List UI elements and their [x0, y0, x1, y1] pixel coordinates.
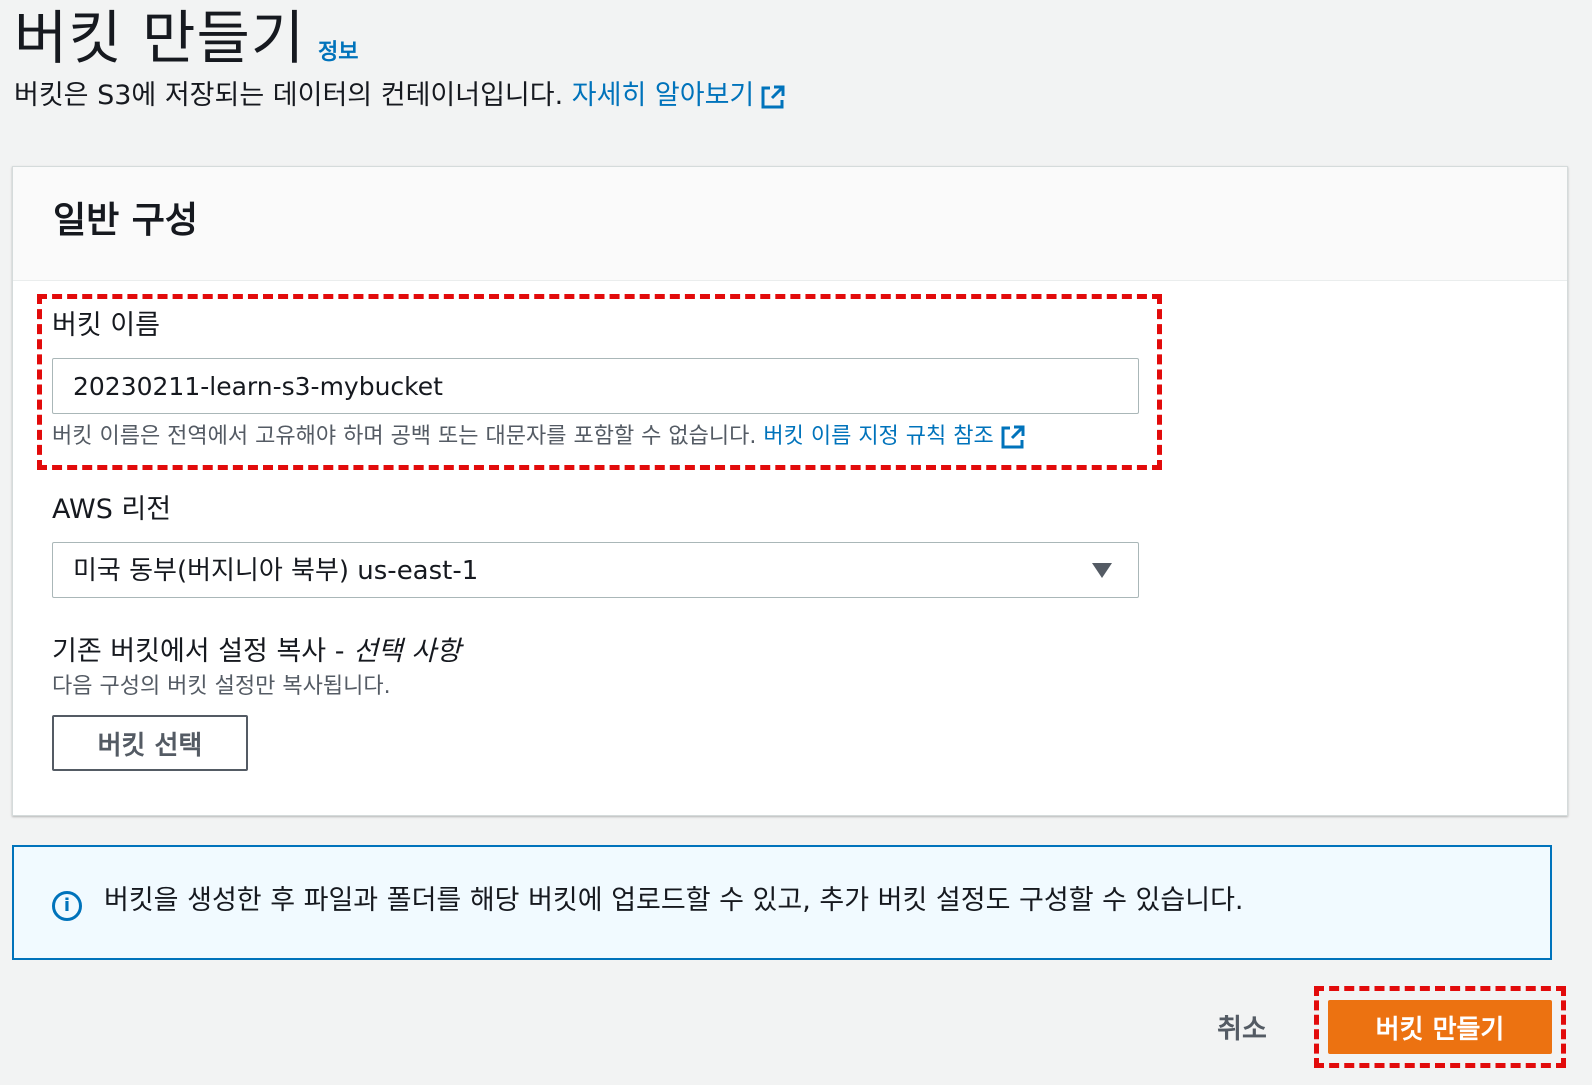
region-label: AWS 리전: [52, 494, 172, 525]
external-link-icon: [761, 85, 785, 108]
naming-rules-link[interactable]: 버킷 이름 지정 규칙 참조: [763, 424, 1025, 449]
page-title: 버킷 만들기: [14, 4, 306, 72]
region-selected-value: 미국 동부(버지니아 북부) us-east-1: [73, 556, 479, 586]
page-description: 버킷은 S3에 저장되는 데이터의 컨테이너입니다. 자세히 알아보기: [14, 78, 786, 114]
copy-settings-label: 기존 버킷에서 설정 복사 - 선택 사항: [52, 635, 461, 669]
bucket-name-hint-text: 버킷 이름은 전역에서 고유해야 하며 공백 또는 대문자를 포함할 수 없습니…: [52, 424, 764, 449]
caret-down-icon: [1092, 563, 1112, 578]
choose-bucket-button[interactable]: 버킷 선택: [52, 715, 248, 771]
create-bucket-button[interactable]: 버킷 만들기: [1328, 1000, 1552, 1054]
panel-title: 일반 구성: [53, 200, 199, 241]
copy-settings-label-text: 기존 버킷에서 설정 복사 -: [52, 636, 354, 667]
info-link[interactable]: 정보: [318, 34, 358, 66]
cancel-button[interactable]: 취소: [1190, 1000, 1294, 1052]
bucket-name-label: 버킷 이름: [52, 310, 160, 341]
bucket-name-hint: 버킷 이름은 전역에서 고유해야 하며 공백 또는 대문자를 포함할 수 없습니…: [52, 423, 1026, 451]
bucket-name-input[interactable]: [52, 358, 1139, 414]
learn-more-label: 자세히 알아보기: [571, 80, 755, 111]
general-config-panel: 일반 구성 버킷 이름 버킷 이름은 전역에서 고유해야 하며 공백 또는 대문…: [12, 166, 1568, 816]
info-icon: i: [52, 891, 82, 921]
naming-rules-label: 버킷 이름 지정 규칙 참조: [763, 424, 994, 449]
panel-header: 일반 구성: [13, 167, 1567, 281]
page-description-text: 버킷은 S3에 저장되는 데이터의 컨테이너입니다.: [14, 80, 572, 111]
learn-more-link[interactable]: 자세히 알아보기: [572, 80, 786, 111]
info-alert-text: 버킷을 생성한 후 파일과 폴더를 해당 버킷에 업로드할 수 있고, 추가 버…: [104, 885, 1244, 916]
info-alert: i 버킷을 생성한 후 파일과 폴더를 해당 버킷에 업로드할 수 있고, 추가…: [12, 845, 1552, 960]
region-select[interactable]: 미국 동부(버지니아 북부) us-east-1: [52, 542, 1139, 598]
copy-settings-hint: 다음 구성의 버킷 설정만 복사됩니다.: [52, 674, 391, 699]
external-link-icon: [1001, 425, 1025, 449]
optional-tag: 선택 사항: [353, 636, 462, 667]
